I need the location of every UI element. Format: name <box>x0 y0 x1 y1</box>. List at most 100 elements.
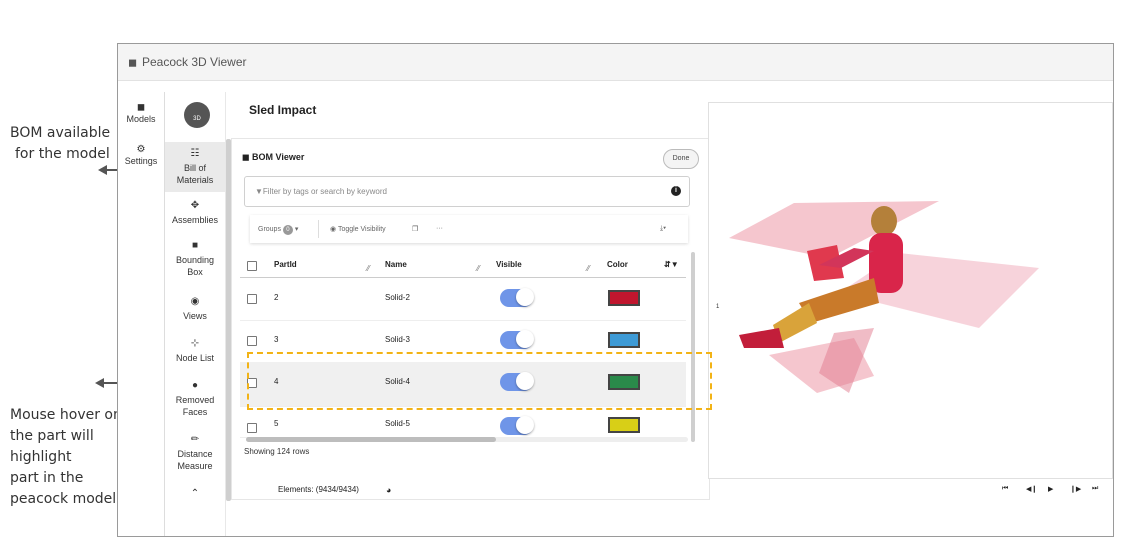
resize-handle-icon[interactable]: ⁄⁄ <box>367 264 370 273</box>
search-placeholder: ▼Filter by tags or search by keyword <box>255 187 387 196</box>
cell-name: Solid-2 <box>385 293 410 302</box>
hover-highlight-box <box>247 352 712 410</box>
tool-bounding-box[interactable]: ■ Bounding Box <box>165 240 225 278</box>
color-swatch[interactable] <box>608 417 640 433</box>
eraser-icon: ● <box>191 380 199 391</box>
nav-settings[interactable]: ⚙ Settings <box>118 144 164 166</box>
title-bar: ◼ Peacock 3D Viewer <box>118 44 1113 81</box>
column-visible[interactable]: Visible <box>496 260 522 269</box>
hover-annotation-line-2: the part will <box>10 428 94 444</box>
resize-handle-icon[interactable]: ⁄⁄ <box>587 264 590 273</box>
select-all-checkbox[interactable] <box>247 261 257 271</box>
row-checkbox[interactable] <box>247 336 257 346</box>
done-button[interactable]: Done <box>663 149 699 169</box>
cube-icon: ◼ <box>128 57 138 69</box>
gear-icon: ⚙ <box>136 144 146 155</box>
caret-down-icon: ▾ <box>294 226 299 233</box>
column-partid[interactable]: PartId <box>274 260 297 269</box>
table-row[interactable]: 5 Solid-5 <box>240 407 686 438</box>
move-icon: ✥ <box>190 200 200 211</box>
toggle-knob <box>516 330 534 348</box>
visibility-toggle[interactable] <box>500 288 534 307</box>
chevron-double-up-icon: ⌃ <box>190 488 200 499</box>
app-logo: 3D <box>184 102 210 128</box>
pie-chart-icon[interactable]: ◕ <box>386 485 391 495</box>
cell-partid: 5 <box>274 419 279 428</box>
axis-label: 1 <box>716 304 720 310</box>
vertical-scrollbar[interactable] <box>691 252 695 442</box>
tool-bill-of-materials[interactable]: ☷ Bill of Materials <box>165 142 225 192</box>
nav-models[interactable]: ◼ Models <box>118 102 164 124</box>
tool-bounding-box-label: Bounding Box <box>175 255 215 277</box>
cell-name: Solid-5 <box>385 419 410 428</box>
nav-settings-label: Settings <box>124 156 158 166</box>
eye-icon: ◉ <box>190 296 200 307</box>
tool-node-list[interactable]: ⊹ Node List <box>165 338 225 364</box>
column-color[interactable]: Color <box>607 260 628 269</box>
color-swatch[interactable] <box>608 290 640 306</box>
logo-text: 3D <box>193 116 201 122</box>
tool-node-list-label: Node List <box>175 353 215 363</box>
column-name[interactable]: Name <box>385 260 407 269</box>
sort-filter-icon[interactable]: ⇵▼ <box>664 260 679 269</box>
tool-assemblies[interactable]: ✥ Assemblies <box>165 200 225 226</box>
cube-icon: ◼ <box>136 102 146 113</box>
tool-bom-label: Bill of Materials <box>176 163 214 185</box>
share-icon: ⊹ <box>190 338 200 349</box>
hover-annotation-line-4: part in the <box>10 470 84 486</box>
bom-title: ◼ BOM Viewer <box>242 152 304 163</box>
bom-panel: ◼ BOM Viewer Done ▼Filter by tags or sea… <box>231 138 710 500</box>
dummy-foot <box>739 328 784 348</box>
horizontal-scrollbar[interactable] <box>246 437 496 442</box>
tool-removed-faces[interactable]: ● Removed Faces <box>165 380 225 418</box>
box-icon: ■ <box>191 240 199 251</box>
bom-title-text: BOM Viewer <box>252 152 305 162</box>
groups-label: Groups <box>258 226 281 233</box>
visibility-toggle[interactable] <box>500 330 534 349</box>
visibility-toggle[interactable] <box>500 416 534 435</box>
cell-partid: 2 <box>274 293 279 302</box>
groups-count-badge: 0 <box>282 225 293 235</box>
play-icon[interactable]: ▶ <box>1048 485 1053 493</box>
bom-annotation-line-1: BOM available <box>10 125 111 141</box>
toggle-visibility-button[interactable]: ◉ Toggle Visibility <box>330 225 386 233</box>
color-swatch[interactable] <box>608 332 640 348</box>
3d-viewport[interactable]: 1 <box>708 102 1113 479</box>
step-back-icon[interactable]: ◀❙ <box>1026 485 1037 493</box>
model-title: Sled Impact <box>249 103 317 117</box>
search-input[interactable]: ▼Filter by tags or search by keyword i <box>244 176 690 207</box>
skip-to-start-icon[interactable]: ⏮ <box>1002 485 1008 493</box>
tool-collapse[interactable]: ⌃ <box>165 488 225 502</box>
tool-distance-measure[interactable]: ✏ Distance Measure <box>165 434 225 472</box>
table-row[interactable]: 2 Solid-2 <box>240 278 686 321</box>
info-icon[interactable]: i <box>671 186 681 196</box>
row-checkbox[interactable] <box>247 294 257 304</box>
bom-annotation-line-2: for the model <box>15 146 110 162</box>
app-window: ◼ Peacock 3D Viewer ◼ Models ⚙ Settings … <box>117 43 1114 537</box>
eye-icon: ◉ <box>330 226 337 233</box>
toggle-knob <box>516 288 534 306</box>
step-forward-icon[interactable]: ❙▶ <box>1070 485 1081 493</box>
resize-handle-icon[interactable]: ⁄⁄ <box>477 264 480 273</box>
tool-assemblies-label: Assemblies <box>171 215 218 225</box>
skip-to-end-icon[interactable]: ⏭ <box>1092 485 1098 493</box>
table-header: PartId ⁄⁄ Name ⁄⁄ Visible ⁄⁄ Color ⇵▼ <box>240 255 686 278</box>
toolbar-divider <box>318 220 319 238</box>
hover-annotation-line-5: peacock model <box>10 491 117 507</box>
download-icon[interactable]: ⤓▾ <box>660 225 666 233</box>
tool-removed-faces-label: Removed Faces <box>175 395 215 417</box>
cell-name: Solid-3 <box>385 335 410 344</box>
toggle-knob <box>516 416 534 434</box>
pencil-icon: ✏ <box>190 434 200 445</box>
tool-views[interactable]: ◉ Views <box>165 296 225 322</box>
groups-dropdown[interactable]: Groups 0 ▾ <box>258 225 298 235</box>
row-checkbox[interactable] <box>247 423 257 433</box>
toggle-visibility-label: Toggle Visibility <box>337 226 386 233</box>
crash-model-render: 1 <box>716 201 1039 393</box>
sitemap-icon: ☷ <box>190 148 200 159</box>
tool-nav: ☷ Bill of Materials ✥ Assemblies ■ Bound… <box>165 92 226 536</box>
cell-partid: 3 <box>274 335 279 344</box>
more-button[interactable]: ··· <box>436 225 443 232</box>
copy-icon[interactable]: ❐ <box>412 225 418 233</box>
cube-icon: ◼ <box>242 152 250 162</box>
